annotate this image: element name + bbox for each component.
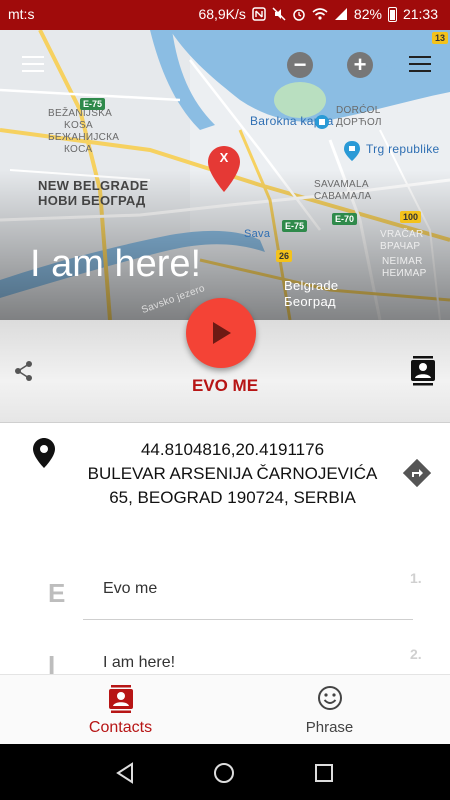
map-label-new-belgrade: NEW BELGRADE [38,178,149,193]
map-overlay-title: I am here! [30,243,202,285]
zoom-out-button[interactable]: − [287,52,313,78]
coordinates-text: 44.8104816,20.4191176 [140,440,325,459]
phrase-letter: I [48,650,56,674]
road-shield-13: 13 [432,32,449,44]
map-label-belgrade-cyr: Београд [284,294,336,309]
map-label-savamala: SAVAMALA [314,179,369,190]
nav-tab-phrase-label: Phrase [305,719,354,736]
back-icon[interactable] [114,762,136,784]
phrase-text: Evo me [103,580,158,597]
drawer-menu-icon[interactable] [22,56,44,72]
share-icon[interactable] [14,360,34,382]
map-label-bezanijska-cyr: БЕЖАНИЈСКА [48,132,120,143]
home-icon[interactable] [213,762,235,784]
map-label-dorcol: DORĆOL [336,105,381,116]
play-button[interactable] [186,298,256,368]
zoom-in-button[interactable]: + [347,52,373,78]
nav-tab-phrase[interactable]: Phrase [217,675,442,745]
evo-me-label: EVO ME [191,376,259,395]
landmark-marker-icon [344,141,360,161]
phrase-list-item[interactable]: I I am here! 2. [0,642,450,674]
network-speed: 68,9K/s [198,6,246,22]
phrase-text: I am here! [103,654,176,671]
map-label-savamala-cyr: САВАМАЛА [314,191,372,202]
map-label-belgrade: Belgrade [284,278,339,293]
phrase-divider [83,619,413,620]
map-label-neimar: NEIMAR [382,256,423,267]
contacts-tab-icon [109,685,133,713]
location-details: 44.8104816,20.4191176 BULEVAR ARSENIJA Č… [60,438,405,510]
nav-tab-contacts-label: Contacts [88,719,153,736]
battery-percent: 82% [353,6,382,22]
system-navigation-bar [0,744,450,800]
map-label-kosa-cyr: КОСА [64,144,93,155]
address-line-2: 65, BEOGRAD 190724, SERBIA [109,488,356,507]
wifi-icon [312,8,328,20]
road-shield-e70: E-70 [332,213,358,225]
status-bar: mt:s 68,9K/s 82% 21:33 [0,0,450,30]
clock: 21:33 [402,6,438,22]
signal-icon [334,8,347,20]
map-label-dorcol-cyr: ДОРЋОЛ [336,117,382,128]
status-right: 68,9K/s 82% 21:33 [198,6,438,22]
road-shield-e75-a: E-75 [80,98,106,110]
mute-icon [272,7,286,21]
recents-icon[interactable] [314,763,334,783]
address-line-1: BULEVAR ARSENIJA ČARNOJEVIĆA [87,464,378,483]
overflow-menu-icon[interactable] [409,56,431,72]
road-shield-26: 26 [276,250,293,262]
alarm-icon [293,9,305,21]
battery-icon [387,6,397,22]
directions-icon[interactable] [403,459,431,487]
map-label-new-belgrade-cyr: НОВИ БЕОГРАД [38,193,146,208]
map-label-kosa: KOSA [64,120,93,131]
smiley-icon [318,686,342,710]
map-label-neimar-cyr: НЕИМАР [382,268,427,279]
location-icon [33,438,55,468]
play-icon [213,322,231,344]
nav-tab-contacts[interactable]: Contacts [8,675,233,745]
phrase-number: 1. [410,570,422,586]
contacts-book-icon[interactable] [410,356,436,386]
nfc-icon [252,7,266,21]
map-label-trg-republike: Trg republike [366,142,440,156]
bottom-navigation: Contacts Phrase [0,674,450,745]
map-label-vracar: VRAČAR [380,229,424,240]
road-shield-e75-b: E-75 [282,220,308,232]
map-label-sava: Sava [244,228,271,240]
pin-letter: X [219,150,229,165]
road-shield-100: 100 [400,211,422,223]
phrase-letter: E [48,578,66,608]
map-label-vracar-cyr: ВРАЧАР [380,241,421,252]
phrase-list-item[interactable]: E Evo me 1. [0,568,450,628]
phrase-number: 2. [410,646,422,662]
map-view[interactable]: Barokna kapija DORĆOL ДОРЋОЛ Trg republi… [0,30,450,320]
carrier-label: mt:s [8,6,35,22]
attraction-marker-icon [315,115,329,129]
